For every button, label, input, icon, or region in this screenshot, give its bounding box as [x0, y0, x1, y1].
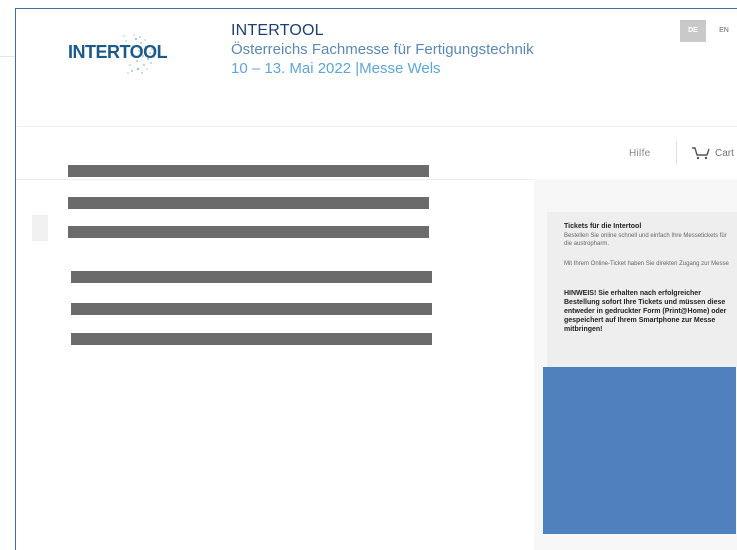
cart-button[interactable]: Cart: [691, 145, 734, 161]
promo-block: [543, 367, 736, 534]
cart-label: Cart: [715, 147, 734, 159]
event-date: 10 – 13. Mai 2022 |Messe Wels: [231, 60, 441, 77]
redaction-bar: [71, 333, 432, 345]
ticket-info-paragraph: Mit Ihrem Online-Ticket haben Sie direkt…: [564, 261, 729, 267]
ticket-info-title: Tickets für die Intertool: [564, 223, 642, 230]
nav-bar: Hilfe Cart: [16, 127, 737, 180]
help-link[interactable]: Hilfe: [629, 148, 651, 159]
ticket-notice: HINWEIS! Sie erhalten nach erfolgreicher…: [564, 290, 727, 333]
language-de-button[interactable]: DE: [680, 20, 706, 42]
redaction-bar: [68, 226, 429, 238]
site-title: INTERTOOL: [231, 22, 324, 39]
site-header: INTERTOOL INTERTOOL Österreichs Fachmess…: [16, 9, 737, 127]
redaction-bar: [71, 303, 432, 315]
redaction-bar: [68, 197, 429, 209]
intertool-logo[interactable]: INTERTOOL: [66, 31, 168, 77]
language-en-button[interactable]: EN: [714, 20, 734, 42]
site-subtitle: Österreichs Fachmesse für Fertigungstech…: [231, 41, 534, 58]
nav-divider: [676, 141, 677, 165]
ticket-info-paragraph: Bestellen Sie online schnell und einfach…: [564, 233, 727, 247]
outer-divider: [0, 56, 15, 57]
content-placeholder-stub: [32, 215, 48, 241]
redaction-bar: [71, 271, 432, 283]
logo-wordmark: INTERTOOL: [68, 42, 168, 62]
page-frame: INTERTOOL INTERTOOL Österreichs Fachmess…: [15, 8, 737, 550]
cart-icon: [692, 147, 710, 160]
